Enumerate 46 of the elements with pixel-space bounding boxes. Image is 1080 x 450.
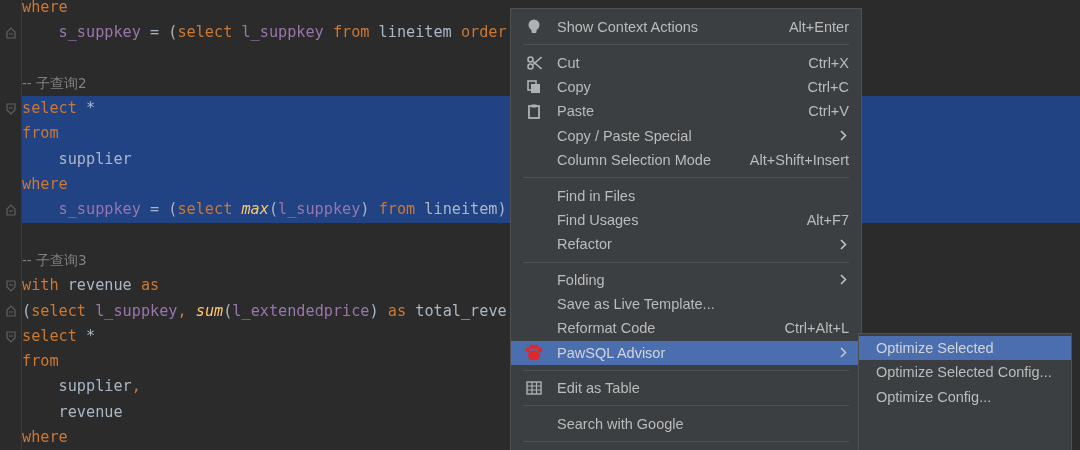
menu-item[interactable]: Save as Live Template... [511,291,861,317]
code-line: -- 子查询2 [22,73,87,92]
code-line: s_suppkey = (select max(l_suppkey) from lineitem) [58,200,507,219]
code-line: supplier [58,149,132,168]
clipboard-icon [528,103,540,119]
scissors-icon [526,55,542,70]
menu-item[interactable]: Optimize Config... [859,384,1071,410]
menu-item[interactable]: Reformat Code Ctrl+Alt+L [511,316,861,341]
code-line: (select l_suppkey, sum(l_extendedprice) as total_reve [22,301,507,320]
code-line: from [22,352,59,371]
code-line: -- 子查询3 [22,250,87,269]
code-line: revenue [58,402,123,421]
menu-item[interactable]: Optimize Selected [859,336,1071,361]
menu-item[interactable]: Optimize Selected Config... [859,360,1071,385]
fold-marker-icon[interactable] [5,102,16,115]
menu-item[interactable]: Edit as Table [511,376,861,401]
menu-item[interactable]: Refactor [511,232,861,257]
menu-item[interactable]: Column Selection Mode Alt+Shift+Insert [511,147,861,173]
menu-item[interactable]: Cut Ctrl+X [511,50,861,75]
fold-marker-icon[interactable] [5,305,16,318]
menu-item[interactable]: Paste Ctrl+V [511,99,861,124]
code-line: where [22,0,68,16]
menu-item[interactable]: Search with Google [511,411,861,436]
menu-item[interactable]: Show Context Actions Alt+Enter [511,15,861,40]
code-line: select * [22,99,96,118]
menu-item[interactable]: Copy / Paste Special [511,123,861,148]
menu-item[interactable]: Find Usages Alt+F7 [511,207,861,233]
copy-icon [527,79,541,94]
paw-icon [525,344,543,362]
code-line: s_suppkey = (select l_suppkey from lineitem order [58,23,507,42]
table-icon [526,381,542,396]
code-line: with revenue as [22,276,160,295]
fold-marker-icon[interactable] [5,279,16,292]
code-line: supplier, [58,377,141,396]
code-line: where [22,428,68,447]
menu-item[interactable]: PawSQL Advisor [511,340,861,366]
code-line: select * [22,326,96,345]
lightbulb-icon [528,19,540,36]
code-line: from [22,124,59,143]
code-line: where [22,175,68,194]
fold-marker-icon[interactable] [5,330,16,343]
fold-marker-icon[interactable] [5,204,16,216]
fold-marker-icon[interactable] [5,26,16,39]
menu-item[interactable]: Folding [511,267,861,292]
menu-item[interactable]: Copy Ctrl+C [511,74,861,100]
menu-item[interactable]: Find in Files [511,183,861,208]
